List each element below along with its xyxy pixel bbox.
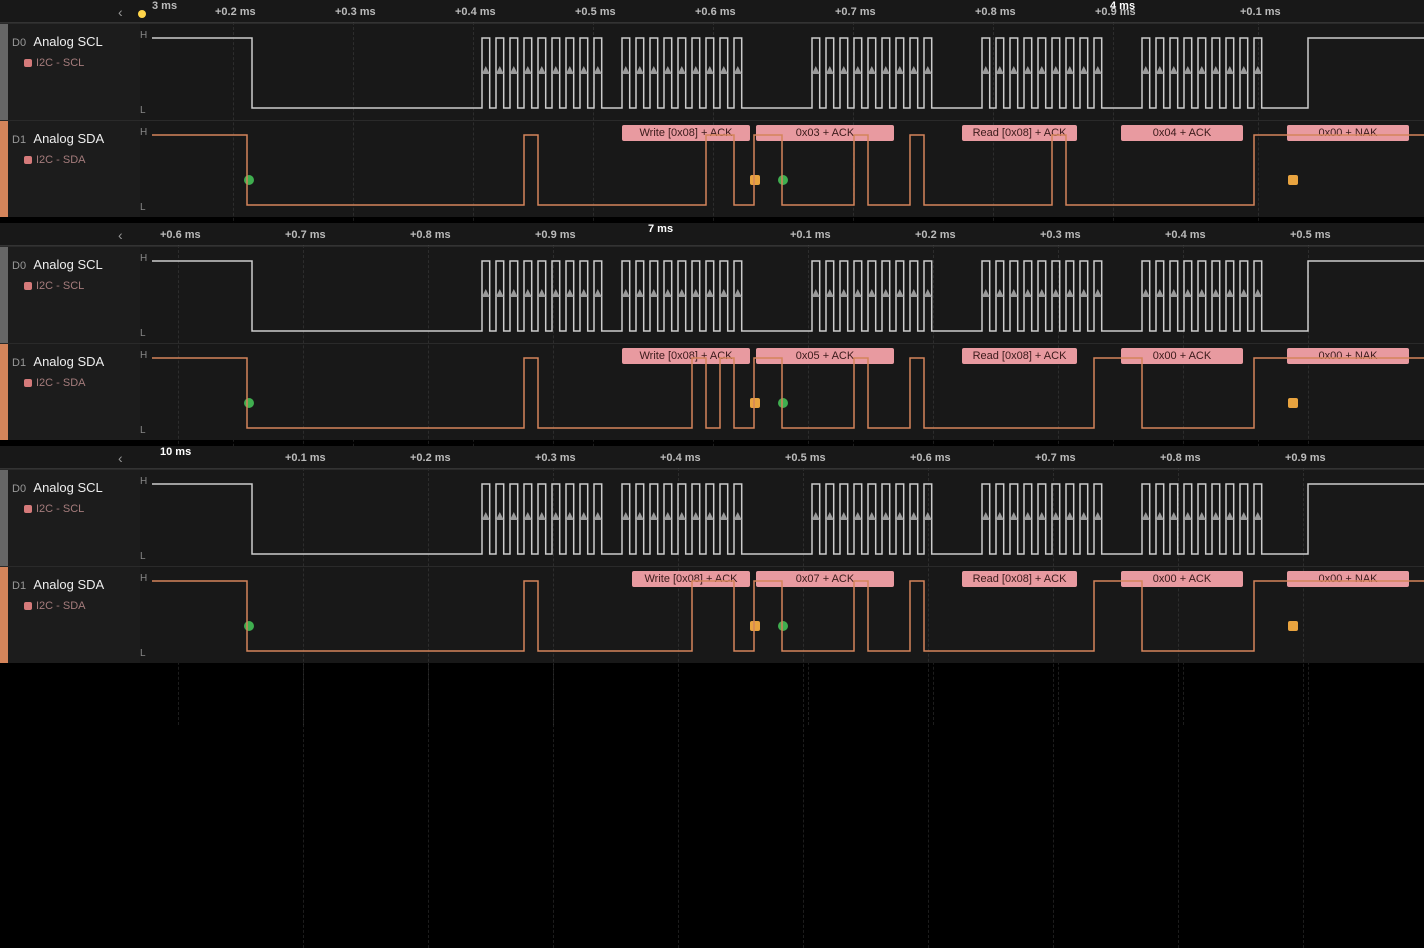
minor-tick: +0.5 ms (1290, 229, 1331, 241)
waveform-area[interactable] (152, 247, 1424, 343)
protocol-badge: I2C - SDA (12, 377, 140, 389)
channel-gutter (0, 121, 8, 217)
waveform-area[interactable] (152, 470, 1424, 566)
level-indicator: HL (140, 567, 152, 663)
channel-name: Analog SCL (33, 34, 102, 49)
channel-gutter (0, 470, 8, 566)
protocol-badge: I2C - SCL (12, 503, 140, 515)
major-tick: 7 ms (648, 223, 673, 235)
channel-gutter (0, 247, 8, 343)
major-tick: 10 ms (160, 446, 191, 458)
chevron-left-icon[interactable]: ‹ (118, 4, 123, 20)
protocol-badge: I2C - SDA (12, 154, 140, 166)
minor-tick: +0.2 ms (410, 452, 451, 464)
channel-index: D1 (12, 580, 26, 592)
minor-tick: +0.7 ms (285, 229, 326, 241)
minor-tick: +0.4 ms (455, 6, 496, 18)
minor-tick: +0.1 ms (790, 229, 831, 241)
minor-tick: +0.4 ms (660, 452, 701, 464)
channel-index: D0 (12, 260, 26, 272)
minor-tick: +0.1 ms (1240, 6, 1281, 18)
minor-tick: +0.8 ms (975, 6, 1016, 18)
channel-index: D1 (12, 134, 26, 146)
channel-name: Analog SDA (33, 131, 104, 146)
minor-tick: +0.3 ms (335, 6, 376, 18)
minor-tick: +0.1 ms (285, 452, 326, 464)
channel-index: D1 (12, 357, 26, 369)
minor-tick: +0.8 ms (410, 229, 451, 241)
channel-name: Analog SDA (33, 354, 104, 369)
waveform-area[interactable]: Write [0x08] + ACK0x05 + ACKRead [0x08] … (152, 344, 1424, 440)
channel-gutter (0, 567, 8, 663)
channel-gutter (0, 344, 8, 440)
level-indicator: HL (140, 247, 152, 343)
minor-tick: +0.6 ms (695, 6, 736, 18)
minor-tick: +0.9 ms (1285, 452, 1326, 464)
level-indicator: HL (140, 470, 152, 566)
protocol-badge: I2C - SCL (12, 280, 140, 292)
time-ruler[interactable]: ‹3 ms4 ms+0.2 ms+0.3 ms+0.4 ms+0.5 ms+0.… (0, 0, 1424, 23)
channel-label[interactable]: D0 Analog SCL I2C - SCL (8, 247, 140, 343)
waveform-area[interactable] (152, 24, 1424, 120)
waveform-area[interactable]: Write [0x08] + ACK0x07 + ACKRead [0x08] … (152, 567, 1424, 663)
minor-tick: +0.8 ms (1160, 452, 1201, 464)
chevron-left-icon[interactable]: ‹ (118, 450, 123, 466)
minor-tick: +0.5 ms (785, 452, 826, 464)
channel-label[interactable]: D1 Analog SDA I2C - SDA (8, 121, 140, 217)
channel-index: D0 (12, 37, 26, 49)
channel-label[interactable]: D0 Analog SCL I2C - SCL (8, 24, 140, 120)
channel-index: D0 (12, 483, 26, 495)
waveform-area[interactable]: Write [0x08] + ACK0x03 + ACKRead [0x08] … (152, 121, 1424, 217)
minor-tick: +0.2 ms (915, 229, 956, 241)
time-offset: 3 ms (152, 0, 177, 12)
protocol-badge: I2C - SCL (12, 57, 140, 69)
minor-tick: +0.9 ms (535, 229, 576, 241)
minor-tick: +0.4 ms (1165, 229, 1206, 241)
protocol-badge: I2C - SDA (12, 600, 140, 612)
minor-tick: +0.7 ms (1035, 452, 1076, 464)
minor-tick: +0.7 ms (835, 6, 876, 18)
minor-tick: +0.3 ms (535, 452, 576, 464)
channel-name: Analog SDA (33, 577, 104, 592)
channel-label[interactable]: D1 Analog SDA I2C - SDA (8, 344, 140, 440)
minor-tick: +0.9 ms (1095, 6, 1136, 18)
time-ruler[interactable]: ‹ 10 ms +0.1 ms +0.2 ms +0.3 ms +0.4 ms +0.5 m… (0, 446, 1424, 469)
minor-tick: +0.6 ms (160, 229, 201, 241)
channel-gutter (0, 24, 8, 120)
channel-label[interactable]: D1 Analog SDA I2C - SDA (8, 567, 140, 663)
chevron-left-icon[interactable]: ‹ (118, 227, 123, 243)
minor-tick: +0.2 ms (215, 6, 256, 18)
level-indicator: HL (140, 344, 152, 440)
channel-name: Analog SCL (33, 480, 102, 495)
channel-name: Analog SCL (33, 257, 102, 272)
minor-tick: +0.6 ms (910, 452, 951, 464)
timeline-marker[interactable] (138, 10, 146, 18)
level-indicator: HL (140, 24, 152, 120)
minor-tick: +0.5 ms (575, 6, 616, 18)
channel-label[interactable]: D0 Analog SCL I2C - SCL (8, 470, 140, 566)
minor-tick: +0.3 ms (1040, 229, 1081, 241)
level-indicator: HL (140, 121, 152, 217)
time-ruler[interactable]: ‹ 7 ms +0.6 ms +0.7 ms +0.8 ms +0.9 ms +0.1 ms… (0, 223, 1424, 246)
